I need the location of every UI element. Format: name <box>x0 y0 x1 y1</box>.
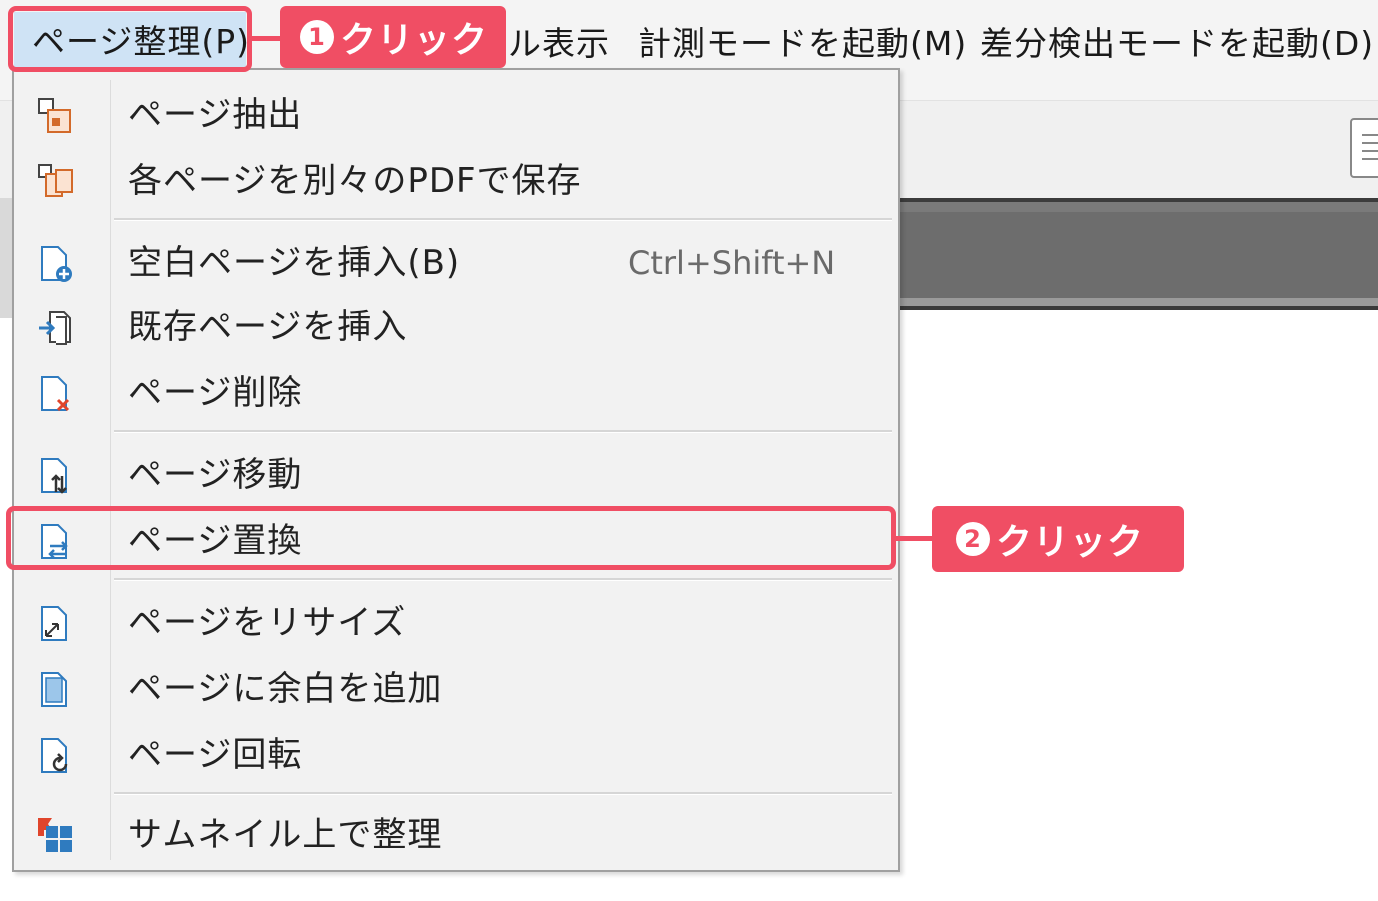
page-organize-dropdown: ページ抽出 各ページを別々のPDFで保存 空白ページを挿入(B) Ctrl+Sh… <box>12 68 900 872</box>
menu-item-add-margin[interactable]: ページに余白を追加 <box>14 658 898 720</box>
step2-callout: 2 クリック <box>932 506 1184 572</box>
save-pages-separately-icon <box>38 164 73 197</box>
menu-diff-mode[interactable]: 差分検出モードを起動(D) <box>980 18 1374 70</box>
menu-item-label: ページ削除 <box>128 373 303 413</box>
menu-item-page-extract[interactable]: ページ抽出 <box>14 84 898 146</box>
menu-item-delete-page[interactable]: ページ削除 <box>14 362 898 424</box>
step1-text: クリック <box>340 20 489 61</box>
menu-item-label: 空白ページを挿入(B) <box>128 243 461 283</box>
menu-item-save-pages-separately[interactable]: 各ページを別々のPDFで保存 <box>14 150 898 212</box>
menu-item-label: ページをリサイズ <box>128 603 407 643</box>
menu-item-insert-existing-page[interactable]: 既存ページを挿入 <box>14 296 898 358</box>
menu-item-label: ページ回転 <box>128 735 303 775</box>
step1-highlight-box <box>8 6 252 72</box>
menu-item-label: 既存ページを挿入 <box>128 307 408 347</box>
menu-item-label: 各ページを別々のPDFで保存 <box>128 161 582 201</box>
shortcut-label: Ctrl+Shift+N <box>628 244 836 282</box>
menu-item-move-page[interactable]: ページ移動 <box>14 444 898 506</box>
menu-measure-mode[interactable]: 計測モードを起動(M) <box>638 18 967 70</box>
list-view-button[interactable] <box>1350 118 1378 178</box>
menu-separator <box>114 218 892 221</box>
step2-text: クリック <box>996 522 1145 563</box>
menu-item-label: ページ移動 <box>128 455 303 495</box>
menu-separator <box>114 792 892 795</box>
menu-item-resize-page[interactable]: ページをリサイズ <box>14 592 898 654</box>
rotate-page-icon <box>41 738 68 773</box>
menu-item-label: ページ抽出 <box>128 95 303 135</box>
menu-separator <box>114 430 892 433</box>
insert-blank-page-icon <box>41 246 72 282</box>
resize-page-icon <box>41 606 67 641</box>
step1-number: 1 <box>300 20 334 54</box>
menu-item-organize-thumbnails[interactable]: サムネイル上で整理 <box>14 804 898 866</box>
add-margin-icon <box>41 672 67 707</box>
thumbnail-organize-icon <box>38 818 72 852</box>
move-page-icon <box>41 458 67 494</box>
menu-item-insert-blank-page[interactable]: 空白ページを挿入(B) Ctrl+Shift+N <box>14 232 898 294</box>
delete-page-icon <box>41 376 70 412</box>
step1-callout: 1 クリック <box>280 6 506 68</box>
menu-item-rotate-page[interactable]: ページ回転 <box>14 724 898 786</box>
insert-existing-page-icon <box>39 311 71 345</box>
menu-item-label: サムネイル上で整理 <box>128 815 443 855</box>
menu-item-label: ページに余白を追加 <box>128 669 443 709</box>
menu-separator <box>114 578 892 581</box>
step2-highlight-box <box>6 506 896 570</box>
page-extract-icon <box>38 98 71 133</box>
step2-number: 2 <box>956 522 990 556</box>
step1-connector <box>250 36 282 41</box>
menu-view[interactable]: ル表示 <box>508 18 610 70</box>
step2-connector <box>894 536 934 541</box>
